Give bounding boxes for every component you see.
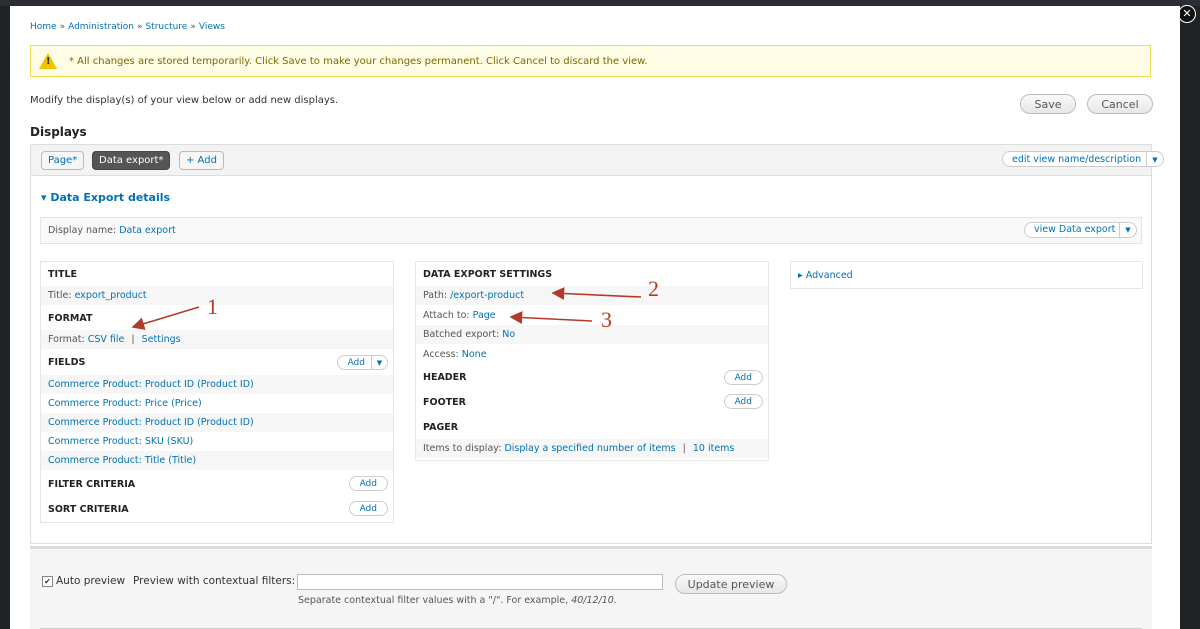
breadcrumb-home[interactable]: Home [30,22,57,32]
update-preview-button[interactable]: Update preview [675,574,787,594]
breadcrumb-structure[interactable]: Structure [145,22,187,32]
save-button[interactable]: Save [1020,94,1076,114]
displays-title: Displays [30,125,87,139]
warning-message: ! * All changes are stored temporarily. … [30,45,1151,77]
annotation-arrows [131,287,642,330]
contextual-filters-help: Separate contextual filter values with a… [298,595,617,606]
auto-preview-label[interactable]: Auto preview [56,575,125,587]
tab-page[interactable]: Page* [41,151,85,170]
preview-controls: ✔ Auto preview Preview with contextual f… [30,546,1152,629]
contextual-filters-input[interactable] [297,574,663,590]
help-example: 40/12/10. [571,595,617,606]
contextual-filters-label: Preview with contextual filters: [133,575,296,587]
display-tabs-bar: Page* Data export* + Add edit view name/… [30,144,1164,176]
chevron-down-icon[interactable]: ▼ [1146,152,1163,166]
breadcrumb-separator: » [190,22,196,32]
tab-data-export[interactable]: Data export* [92,151,171,170]
modify-description: Modify the display(s) of your view below… [30,95,339,106]
breadcrumb-administration[interactable]: Administration [68,22,134,32]
warning-text: * All changes are stored temporarily. Cl… [69,55,648,67]
annotation-label-2: 2 [648,276,659,301]
breadcrumb-separator: » [59,22,66,32]
breadcrumb-separator: » [136,22,143,32]
edit-view-name-dropdown[interactable]: edit view name/description ▼ [1002,151,1164,167]
auto-preview-checkbox[interactable]: ✔ [42,576,53,587]
edit-view-name-label: edit view name/description [1012,154,1142,165]
display-details: ▾ Data Export details Display name: Data… [30,176,1152,544]
annotation-arrow-3 [509,311,593,324]
views-ui-panel: Home» Administration» Structure» Views ! * … [10,6,1180,629]
breadcrumb-views[interactable]: Views [199,22,225,32]
annotation-arrow-2 [551,287,642,300]
breadcrumb: Home» Administration» Structure» Views [30,22,225,32]
cancel-button[interactable]: Cancel [1087,94,1153,114]
close-overlay-button[interactable]: ✕ [1178,5,1196,23]
annotation-label-1: 1 [207,294,218,319]
add-display-button[interactable]: + Add [179,151,224,170]
warning-icon: ! [39,53,57,69]
annotation-arrow-1 [131,306,200,330]
annotation-label-3: 3 [601,307,612,332]
